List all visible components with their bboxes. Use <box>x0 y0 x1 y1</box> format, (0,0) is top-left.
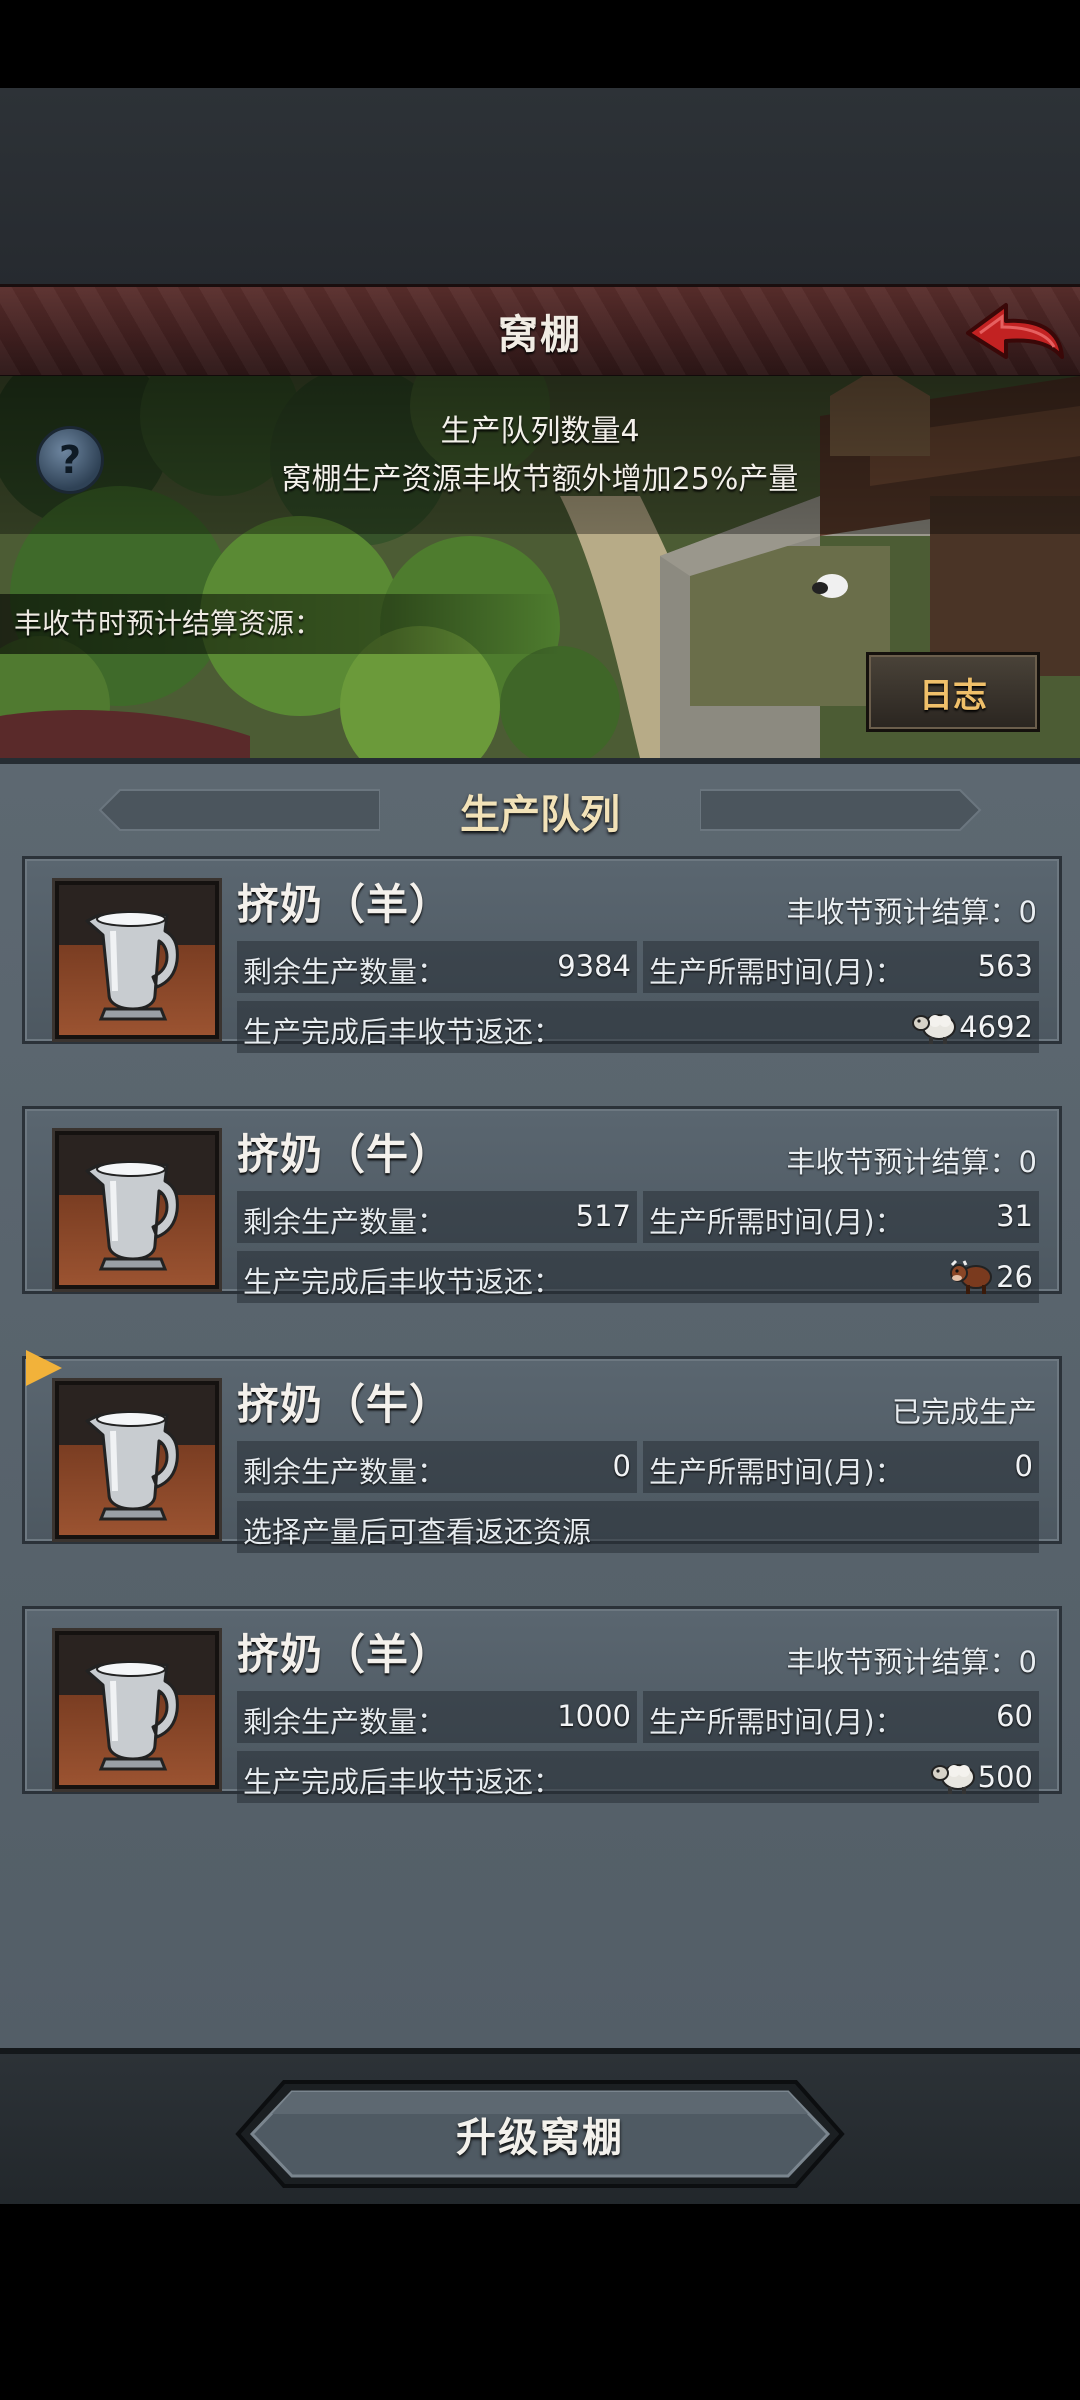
milk-jug-icon <box>55 1381 219 1539</box>
shed-scene-banner: ? 生产队列数量4 窝棚生产资源丰收节额外增加25%产量 丰收节时预计结算资源：… <box>0 376 1080 758</box>
production-name: 挤奶（羊） <box>237 880 453 929</box>
time-label: 生产所需时间(月)： <box>649 1205 904 1239</box>
reward: 4692 <box>911 1005 1033 1049</box>
milk-jug-icon <box>55 881 219 1039</box>
upgrade-shed-button[interactable]: 升级窝棚 <box>234 2078 846 2190</box>
settle-label: 丰收节时预计结算资源： <box>14 607 323 640</box>
remaining-label: 剩余生产数量： <box>243 1205 447 1239</box>
settlement-status: 丰收节预计结算：0 <box>786 895 1037 929</box>
bonus-text: 窝棚生产资源丰收节额外增加25%产量 <box>281 462 799 497</box>
queue-card-3[interactable]: 挤奶（牛） 已完成生产 剩余生产数量： 0 生产所需时间(月)： 0 选择产量后… <box>22 1356 1062 1553</box>
queue-card-2[interactable]: 挤奶（牛） 丰收节预计结算：0 剩余生产数量： 517 生产所需时间(月)： 3… <box>22 1106 1062 1303</box>
queue-card-1[interactable]: 挤奶（羊） 丰收节预计结算：0 剩余生产数量： 9384 生产所需时间(月)： … <box>22 856 1062 1053</box>
time-label: 生产所需时间(月)： <box>649 1455 904 1489</box>
queue-card-4[interactable]: 挤奶（羊） 丰收节预计结算：0 剩余生产数量： 1000 生产所需时间(月)： … <box>22 1606 1062 1803</box>
jug-illustration <box>85 1411 179 1521</box>
page-title: 窝棚 <box>498 312 582 358</box>
top-backdrop <box>0 88 1080 288</box>
time-row: 生产所需时间(月)： 31 <box>643 1191 1039 1243</box>
return-label: 生产完成后丰收节返还： <box>243 1015 563 1049</box>
milk-jug-icon <box>55 1131 219 1289</box>
time-row: 生产所需时间(月)： 60 <box>643 1691 1039 1743</box>
time-value: 563 <box>977 949 1033 983</box>
bottom-bar: 升级窝棚 <box>0 2048 1080 2210</box>
remaining-row: 剩余生产数量： 1000 <box>237 1691 637 1743</box>
remaining-label: 剩余生产数量： <box>243 1455 447 1489</box>
remaining-value: 0 <box>612 1449 631 1483</box>
jug-illustration <box>85 1161 179 1271</box>
reward-amount: 4692 <box>959 1010 1033 1044</box>
nav-bar-area <box>0 2204 1080 2400</box>
upgrade-button-label: 升级窝棚 <box>456 2115 624 2161</box>
production-queue-panel: 生产队列 挤奶（羊） 丰收节预计结算：0 剩余生产数量： 9384 生产所需时间… <box>0 758 1080 2054</box>
return-row: 生产完成后丰收节返还： 500 <box>237 1751 1039 1803</box>
return-row: 生产完成后丰收节返还： 4692 <box>237 1001 1039 1053</box>
remaining-row: 剩余生产数量： 9384 <box>237 941 637 993</box>
remaining-label: 剩余生产数量： <box>243 1705 447 1739</box>
cow-icon <box>948 1255 994 1299</box>
jug-illustration <box>85 1661 179 1771</box>
jug-illustration <box>85 911 179 1021</box>
status-bar <box>0 0 1080 88</box>
production-name: 挤奶（牛） <box>237 1380 453 1429</box>
remaining-value: 517 <box>575 1199 631 1233</box>
settlement-status: 丰收节预计结算：0 <box>786 1145 1037 1179</box>
back-arrow-icon <box>966 303 1064 359</box>
production-name: 挤奶（牛） <box>237 1130 453 1179</box>
remaining-row: 剩余生产数量： 517 <box>237 1191 637 1243</box>
return-label: 选择产量后可查看返还资源 <box>243 1515 592 1549</box>
time-label: 生产所需时间(月)： <box>649 1705 904 1739</box>
queue-count-text: 生产队列数量4 <box>440 414 640 449</box>
return-row: 选择产量后可查看返还资源 <box>237 1501 1039 1553</box>
log-button-label: 日志 <box>919 675 987 716</box>
settlement-status: 已完成生产 <box>891 1395 1037 1429</box>
log-button[interactable]: 日志 <box>866 652 1040 732</box>
reward: 26 <box>948 1255 1033 1299</box>
reward-amount: 500 <box>977 1760 1033 1794</box>
remaining-row: 剩余生产数量： 0 <box>237 1441 637 1493</box>
return-row: 生产完成后丰收节返还： 26 <box>237 1251 1039 1303</box>
time-value: 0 <box>1014 1449 1033 1483</box>
time-value: 31 <box>996 1199 1033 1233</box>
return-label: 生产完成后丰收节返还： <box>243 1765 563 1799</box>
time-value: 60 <box>996 1699 1033 1733</box>
back-button[interactable] <box>960 291 1070 371</box>
title-bar: 窝棚 <box>0 284 1080 379</box>
reward-amount: 26 <box>996 1260 1033 1294</box>
return-label: 生产完成后丰收节返还： <box>243 1265 563 1299</box>
time-label: 生产所需时间(月)： <box>649 955 904 989</box>
settlement-status: 丰收节预计结算：0 <box>786 1645 1037 1679</box>
time-row: 生产所需时间(月)： 0 <box>643 1441 1039 1493</box>
milk-jug-icon <box>55 1631 219 1789</box>
production-name: 挤奶（羊） <box>237 1630 453 1679</box>
remaining-label: 剩余生产数量： <box>243 955 447 989</box>
sheep-icon <box>930 1755 976 1799</box>
section-title: 生产队列 <box>460 792 620 838</box>
remaining-value: 1000 <box>557 1699 631 1733</box>
time-row: 生产所需时间(月)： 563 <box>643 941 1039 993</box>
remaining-value: 9384 <box>557 949 631 983</box>
reward: 500 <box>930 1755 1033 1799</box>
selected-marker-icon <box>26 1350 62 1386</box>
sheep-icon <box>911 1005 957 1049</box>
